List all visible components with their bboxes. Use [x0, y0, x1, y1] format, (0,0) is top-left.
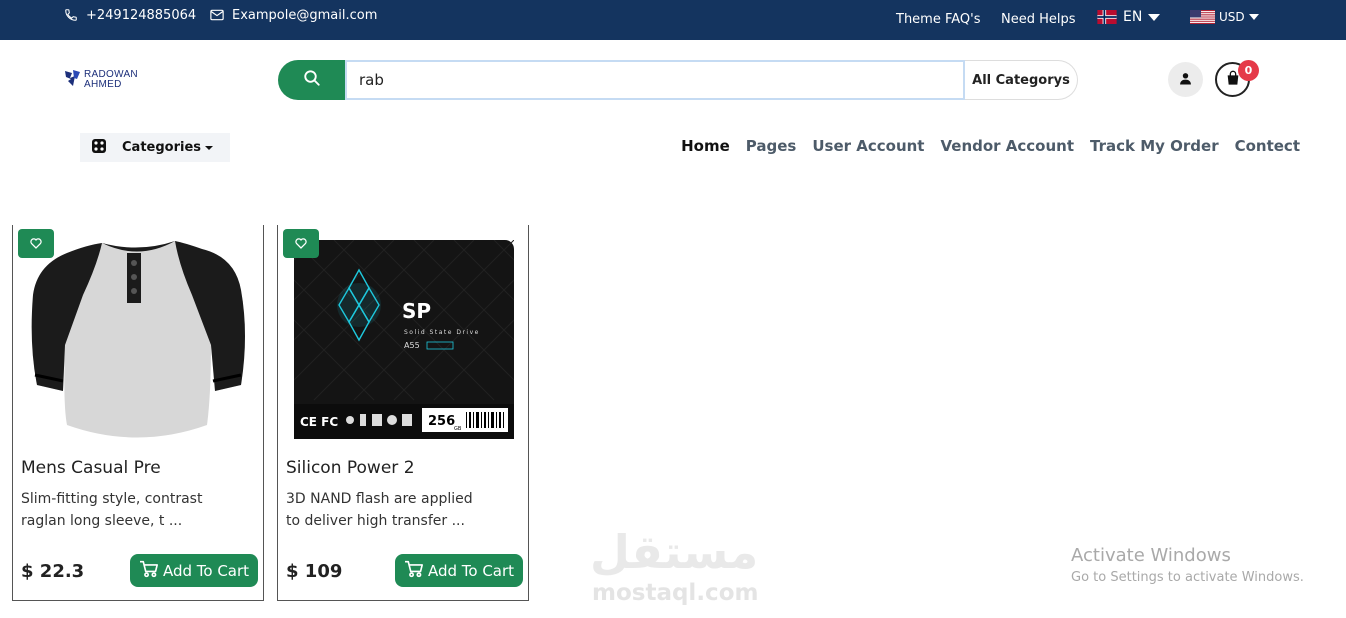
need-help-label: Need Helps: [1001, 11, 1076, 27]
ssd-drive-image[interactable]: SP Solid State Drive A55 CE FC 256 GB: [293, 239, 515, 439]
currency-dropdown[interactable]: USD: [1190, 2, 1259, 32]
heart-icon: [30, 234, 42, 253]
search-button[interactable]: [278, 60, 346, 100]
activate-title: Activate Windows: [1071, 545, 1231, 566]
search-icon: [303, 69, 321, 91]
user-icon: [1179, 70, 1192, 89]
ssd-brand-text: SP: [402, 299, 431, 323]
logo-mark-icon: [64, 68, 82, 92]
theme-faq-link[interactable]: Theme FAQ's: [896, 4, 981, 34]
ssd-line-text: Solid State Drive: [404, 329, 480, 336]
product-name[interactable]: Mens Casual Pre: [21, 458, 161, 478]
raglan-shirt-image[interactable]: [27, 235, 249, 443]
product-card[interactable]: Mens Casual Pre Slim-fitting style, cont…: [12, 225, 264, 601]
email-contact[interactable]: Exampole@gmail.com: [210, 0, 377, 30]
chevron-down-icon: [1148, 13, 1161, 21]
nav-user-account[interactable]: User Account: [812, 137, 924, 155]
language-label: EN: [1123, 9, 1143, 25]
wishlist-button[interactable]: [283, 229, 319, 258]
phone-contact[interactable]: +249124885064: [64, 0, 196, 30]
ssd-capacity-text: 256: [428, 414, 455, 429]
categories-label: Categories: [122, 140, 202, 155]
logo-line-2: AHMED: [84, 79, 122, 90]
watermark-domain: mostaql.com: [592, 580, 759, 606]
svg-text:CE FC: CE FC: [300, 415, 338, 429]
add-to-cart-button[interactable]: Add To Cart: [130, 554, 258, 587]
product-description: 3D NAND flash are applied to deliver hig…: [286, 491, 473, 529]
product-description: Slim-fitting style, contrast raglan long…: [21, 491, 203, 529]
search-input[interactable]: [345, 60, 965, 100]
ssd-model-text: A55: [404, 341, 420, 350]
heart-icon: [295, 234, 307, 253]
cart-count-badge: 0: [1238, 60, 1259, 81]
mostaql-watermark: مستقل mostaql.com: [590, 525, 760, 610]
phone-number: +249124885064: [86, 7, 197, 23]
product-price: $ 109: [286, 561, 343, 582]
top-bar: +249124885064 Exampole@gmail.com Theme F…: [0, 0, 1346, 40]
add-to-cart-label: Add To Cart: [162, 561, 250, 580]
ssd-unit-text: GB: [454, 426, 462, 432]
cart-icon: [404, 560, 424, 582]
category-select[interactable]: All Categorys: [965, 60, 1078, 100]
language-dropdown[interactable]: EN: [1097, 2, 1161, 32]
email-address: Exampole@gmail.com: [232, 7, 378, 23]
add-to-cart-button[interactable]: Add To Cart: [395, 554, 523, 587]
mail-icon: [210, 9, 224, 21]
cart-icon: [139, 560, 159, 582]
nav-vendor-account[interactable]: Vendor Account: [940, 137, 1074, 155]
activate-subtitle: Go to Settings to activate Windows.: [1071, 570, 1304, 585]
dice-icon: [92, 138, 106, 157]
nav-contact[interactable]: Contect: [1235, 137, 1300, 155]
us-flag-icon: [1190, 10, 1215, 24]
theme-faq-label: Theme FAQ's: [896, 11, 981, 27]
product-name[interactable]: Silicon Power 2: [286, 458, 415, 478]
norway-flag-icon: [1097, 10, 1117, 24]
watermark-arabic: مستقل: [590, 525, 759, 579]
currency-label: USD: [1219, 10, 1245, 24]
activate-windows-notice: Activate Windows Go to Settings to activ…: [1071, 545, 1304, 585]
categories-dropdown[interactable]: Categories: [80, 133, 230, 162]
wishlist-button[interactable]: [18, 229, 54, 258]
nav-home[interactable]: Home: [681, 137, 730, 155]
site-logo[interactable]: RADOWAN AHMED: [64, 68, 138, 92]
phone-icon: [64, 8, 78, 22]
main-nav: Home Pages User Account Vendor Account T…: [681, 137, 1300, 155]
product-price: $ 22.3: [21, 561, 85, 582]
nav-track-order[interactable]: Track My Order: [1090, 137, 1219, 155]
caret-down-icon: [205, 145, 214, 150]
need-help-link[interactable]: Need Helps: [1001, 4, 1076, 34]
add-to-cart-label: Add To Cart: [427, 561, 515, 580]
chevron-down-icon: [1248, 14, 1259, 20]
nav-pages[interactable]: Pages: [746, 137, 797, 155]
product-card[interactable]: SP Solid State Drive A55 CE FC 256 GB Si…: [277, 225, 529, 601]
user-account-button[interactable]: [1168, 62, 1203, 97]
